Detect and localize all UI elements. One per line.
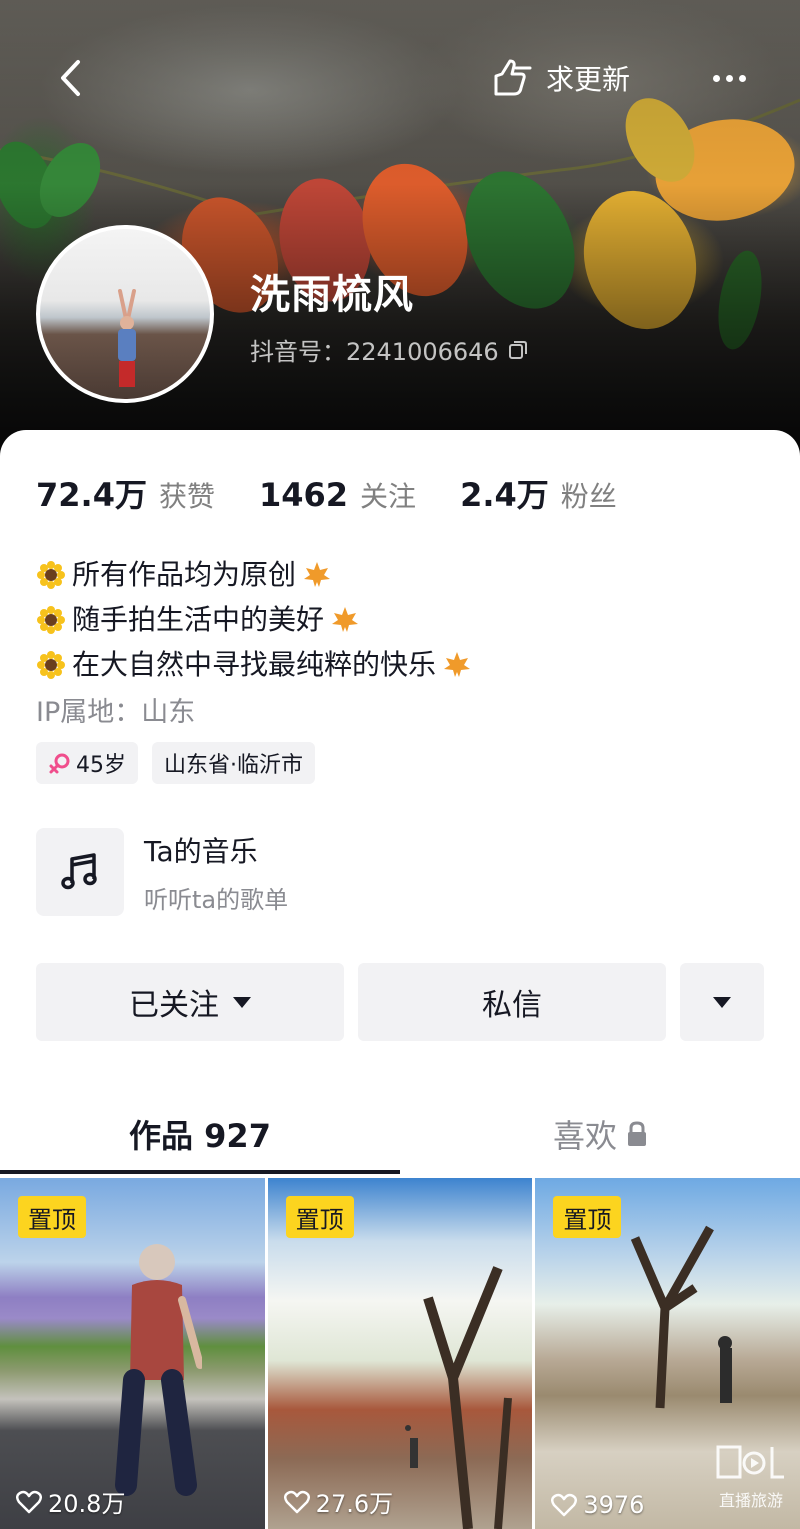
avatar-figure [118, 289, 136, 387]
heart-outline-icon [283, 1490, 310, 1513]
age-text: 45岁 [76, 753, 126, 778]
likes-count: 3976 [583, 1491, 645, 1519]
bio-line: 随手拍生活中的美好 [36, 597, 472, 642]
music-entry[interactable]: Ta的音乐 听听ta的歌单 [36, 828, 288, 916]
stat-value: 2.4万 [460, 476, 549, 514]
bio-line: 所有作品均为原创 [36, 552, 472, 597]
watermark-logo: 直播旅游 [716, 1443, 786, 1511]
pinned-badge: 置顶 [553, 1196, 622, 1238]
music-icon-box [36, 828, 124, 916]
likes-count: 27.6万 [315, 1490, 394, 1518]
profile-bio: 所有作品均为原创 随手拍生活中的美好 在大自然中寻找最纯粹的快乐 [36, 552, 472, 687]
location-tag: 山东省·临沂市 [152, 742, 315, 784]
stat-value: 72.4万 [36, 476, 147, 514]
maple-leaf-icon [304, 561, 331, 587]
top-nav-bar: 求更新 [0, 50, 800, 110]
more-dot-icon [738, 74, 746, 82]
stat-value: 1462 [258, 476, 349, 514]
profile-tabs: 作品 927 喜欢 [0, 1094, 800, 1176]
bio-text: 随手拍生活中的美好 [72, 603, 325, 636]
tab-likes[interactable]: 喜欢 [400, 1094, 800, 1174]
profile-douyin-id[interactable]: 抖音号：2241006646 [250, 332, 529, 367]
caret-down-icon [233, 996, 251, 1008]
stat-label: 获赞 [158, 480, 215, 513]
douyin-id-text: 抖音号：2241006646 [250, 338, 499, 366]
sunflower-icon [37, 560, 65, 589]
message-label: 私信 [482, 988, 542, 1023]
stat-following[interactable]: 1462 关注 [259, 475, 416, 515]
female-gender-icon [49, 753, 70, 774]
bio-text: 在大自然中寻找最纯粹的快乐 [72, 648, 437, 681]
heart-outline-icon [551, 1493, 578, 1517]
stat-likes[interactable]: 72.4万 获赞 [36, 470, 215, 516]
request-update-label: 求更新 [546, 63, 631, 96]
bio-line: 在大自然中寻找最纯粹的快乐 [36, 642, 472, 687]
sunflower-icon [37, 650, 65, 679]
followed-label: 已关注 [129, 988, 219, 1023]
video-likes: 27.6万 [283, 1484, 394, 1519]
likes-count: 20.8万 [48, 1490, 126, 1518]
watermark-text: 直播旅游 [719, 1491, 784, 1510]
more-dot-icon [712, 74, 720, 82]
lock-icon [628, 1121, 646, 1146]
watermark-play-icon [716, 1445, 785, 1479]
maple-leaf-icon [444, 651, 471, 677]
video-thumbnail[interactable]: 置顶 27.6万 [267, 1178, 533, 1529]
bio-text: 所有作品均为原创 [72, 558, 297, 591]
heart-outline-icon [16, 1490, 42, 1513]
music-text: Ta的音乐 听听ta的歌单 [144, 830, 288, 915]
followed-button[interactable]: 已关注 [36, 963, 344, 1041]
more-actions-dropdown[interactable] [680, 963, 764, 1041]
profile-stats: 72.4万 获赞 1462 关注 2.4万 粉丝 [36, 470, 661, 516]
video-grid: 置顶 20.8万 置顶 27.6万 置顶 3976 直播旅游 [0, 1178, 800, 1529]
thumbnail-person [115, 1244, 202, 1496]
location-text: 山东省·临沂市 [164, 753, 303, 778]
maple-leaf-icon [332, 606, 359, 632]
profile-actions: 已关注 私信 [36, 963, 764, 1041]
request-update-button[interactable]: 求更新 [490, 56, 630, 100]
stat-label: 关注 [360, 480, 417, 513]
copy-icon[interactable] [507, 339, 529, 361]
music-title: Ta的音乐 [144, 834, 258, 868]
profile-tags: 45岁 山东省·临沂市 [36, 742, 315, 784]
music-note-icon [61, 853, 97, 890]
active-tab-indicator [0, 1170, 400, 1174]
tab-works-label: 作品 927 [129, 1117, 271, 1155]
stat-followers[interactable]: 2.4万 粉丝 [460, 470, 617, 516]
video-thumbnail[interactable]: 置顶 3976 直播旅游 [535, 1178, 800, 1529]
pinned-badge: 置顶 [285, 1196, 354, 1238]
music-subtitle: 听听ta的歌单 [144, 885, 289, 914]
video-likes: 3976 [551, 1491, 644, 1519]
tab-likes-label: 喜欢 [552, 1117, 617, 1155]
age-gender-tag: 45岁 [36, 742, 138, 784]
pinned-badge: 置顶 [18, 1196, 86, 1238]
sunflower-icon [37, 605, 65, 634]
video-thumbnail[interactable]: 置顶 20.8万 [0, 1178, 265, 1529]
video-likes: 20.8万 [16, 1484, 125, 1519]
message-button[interactable]: 私信 [358, 963, 666, 1041]
pointing-hand-icon [494, 59, 532, 96]
tab-works[interactable]: 作品 927 [0, 1094, 400, 1174]
back-button[interactable] [50, 58, 90, 98]
chevron-left-icon [61, 60, 80, 96]
stat-label: 粉丝 [560, 480, 617, 513]
more-options-button[interactable] [706, 60, 752, 96]
ip-location: IP属地：山东 [36, 697, 196, 728]
profile-avatar[interactable] [36, 225, 214, 403]
profile-nickname: 洗雨梳风 [250, 272, 414, 318]
caret-down-icon [713, 996, 731, 1008]
more-dot-icon [725, 74, 733, 82]
